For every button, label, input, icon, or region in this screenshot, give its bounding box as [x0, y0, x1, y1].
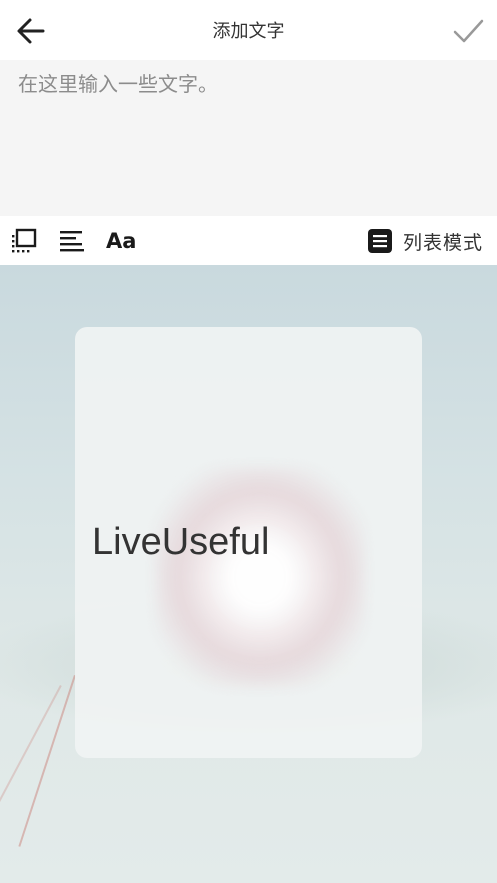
list-mode-button[interactable]: 列表模式 [367, 226, 483, 256]
font-icon: Aa [106, 229, 137, 253]
align-button[interactable] [59, 226, 85, 256]
font-button[interactable]: Aa [106, 226, 136, 256]
arrow-left-icon [17, 18, 45, 44]
list-mode-label: 列表模式 [402, 231, 483, 254]
page-title: 添加文字 [212, 21, 285, 42]
back-button[interactable] [12, 12, 50, 50]
card-text[interactable]: LiveUseful [92, 521, 269, 564]
text-input-area [0, 60, 497, 216]
text-input[interactable] [18, 70, 479, 206]
checkmark-icon [453, 19, 484, 43]
text-card[interactable]: LiveUseful [75, 327, 422, 758]
list-icon [367, 229, 392, 253]
text-frame-icon [12, 228, 37, 253]
align-left-icon [60, 231, 84, 252]
format-toolbar: Aa 列表模式 [0, 216, 497, 265]
top-bar: 添加文字 [0, 0, 497, 60]
confirm-button[interactable] [449, 12, 487, 50]
card-background-image [155, 467, 365, 687]
text-frame-button[interactable] [11, 226, 37, 256]
preview-canvas: LiveUseful [0, 265, 497, 883]
